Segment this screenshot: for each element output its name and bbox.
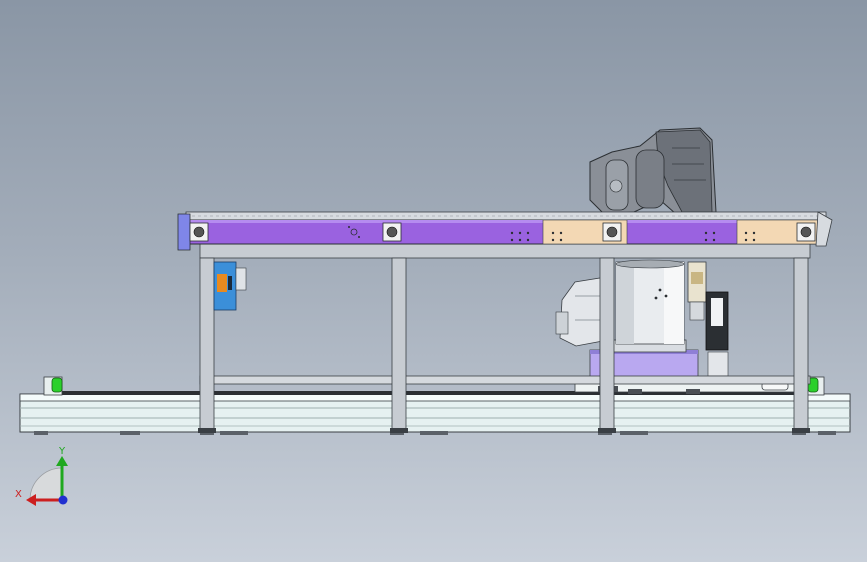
linear-track-base[interactable]: [19, 391, 851, 435]
left-end-stop[interactable]: [43, 376, 63, 396]
x-axis-label: X: [15, 489, 22, 500]
belt-conveyor[interactable]: [177, 211, 833, 251]
conveyor-drive-motor[interactable]: [213, 261, 247, 311]
assembly-model-view[interactable]: Y X: [0, 0, 867, 562]
cad-viewport[interactable]: Y X: [0, 0, 867, 562]
robot-base-cylinder[interactable]: [615, 259, 685, 345]
bearing-block-1[interactable]: [189, 222, 209, 242]
bearing-block-3[interactable]: [602, 222, 622, 242]
bearing-block-4[interactable]: [796, 222, 816, 242]
coordinate-triad: Y X: [15, 446, 68, 506]
y-axis-label: Y: [58, 446, 66, 457]
bearing-block-2[interactable]: [382, 222, 402, 242]
robot-upper-arm[interactable]: [589, 127, 717, 215]
